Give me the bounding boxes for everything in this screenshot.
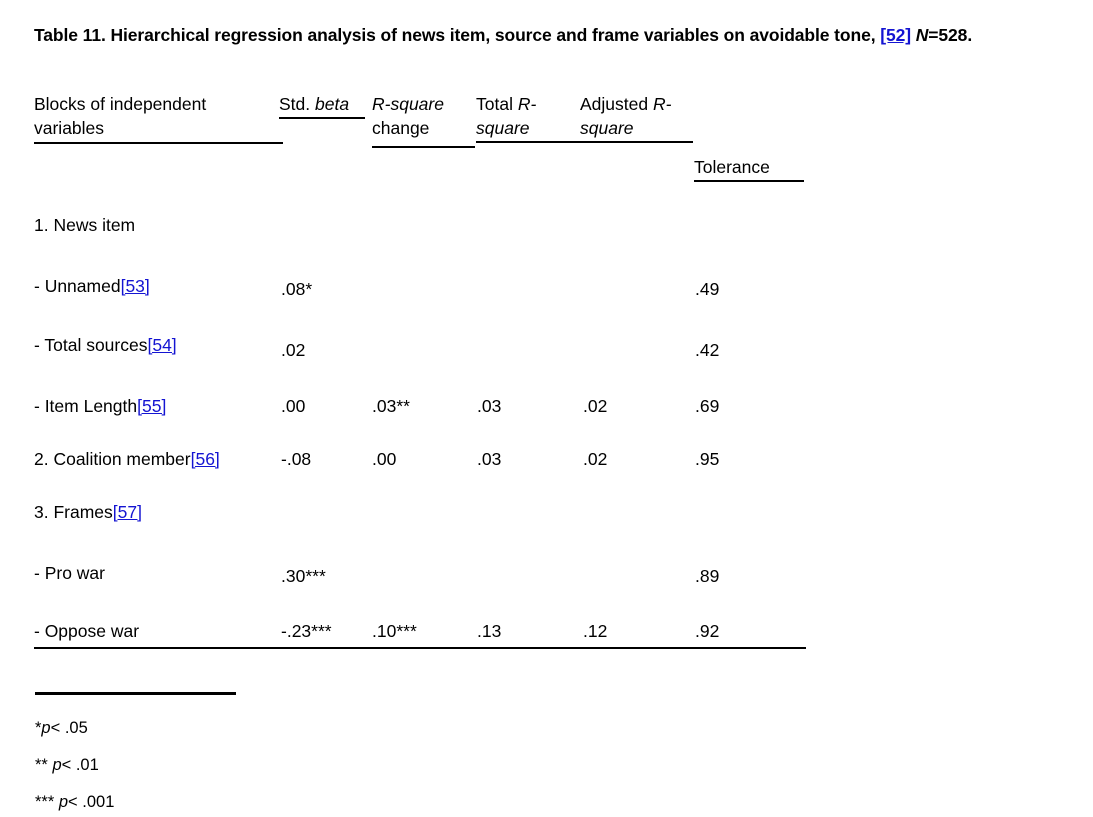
column-header-blocks-line1: Blocks of independent — [34, 94, 207, 114]
table-row-label: - Item Length[55] — [34, 395, 166, 417]
cell-total-rsquare: .03 — [477, 396, 502, 416]
footnote-p001-value: < .001 — [68, 793, 115, 811]
cell-beta: .02 — [281, 340, 306, 360]
cell-tolerance: .92 — [695, 621, 720, 641]
footnote-p001-stars: *** — [35, 793, 59, 811]
table-row-label: - Pro war — [34, 562, 105, 584]
citation-link-54[interactable]: [54] — [147, 335, 176, 355]
table-row-label: 2. Coalition member[56] — [34, 448, 220, 470]
column-header-adjusted-square: square — [580, 118, 634, 138]
footnote-p05-value: < .05 — [50, 719, 88, 737]
sample-size-value: =528. — [928, 25, 973, 45]
column-header-std: Std. — [279, 94, 315, 114]
column-header-blocks: Blocks of independent variables — [34, 92, 284, 140]
footnote-p001-symbol: p — [58, 793, 69, 811]
citation-link-52[interactable]: [52] — [880, 25, 911, 45]
column-header-adjusted: Adjusted — [580, 94, 653, 114]
cell-tolerance: .69 — [695, 396, 720, 416]
cell-beta: .30*** — [281, 566, 326, 586]
column-header-tolerance: Tolerance — [694, 157, 770, 177]
cell-rsquare-change: .00 — [372, 449, 397, 469]
footnote-p01: ** p< .01 — [35, 754, 99, 776]
cell-beta: -.08 — [281, 449, 312, 469]
row-label-text: - Oppose war — [34, 621, 140, 641]
table-row-label: 3. Frames[57] — [34, 501, 142, 523]
column-header-blocks-line2: variables — [34, 118, 105, 138]
column-header-rsquare-change: R-square change — [372, 92, 472, 140]
table-row-label: - Total sources[54] — [34, 334, 177, 356]
citation-link-56[interactable]: [56] — [191, 449, 220, 469]
cell-beta: -.23*** — [281, 621, 332, 641]
column-header-total-square: square — [476, 118, 530, 138]
caption-text: Table 11. Hierarchical regression analys… — [34, 25, 881, 45]
cell-rsquare-change: .03** — [372, 396, 410, 416]
table-row-label: - Unnamed[53] — [34, 275, 150, 297]
cell-beta: .00 — [281, 396, 306, 416]
cell-tolerance: .49 — [695, 279, 720, 299]
footnote-p05-symbol: p — [41, 719, 51, 737]
cell-adjusted-rsquare: .02 — [583, 396, 608, 416]
footnote-p001: *** p< .001 — [35, 791, 114, 813]
table-row-label: - Oppose war — [34, 620, 139, 642]
row-label-text: 1. News item — [34, 215, 136, 235]
cell-beta: .08* — [281, 279, 313, 299]
sample-size-symbol: N — [915, 25, 929, 45]
citation-link-55[interactable]: [55] — [137, 396, 166, 416]
cell-tolerance: .89 — [695, 566, 720, 586]
cell-tolerance: .42 — [695, 340, 720, 360]
cell-total-rsquare: .13 — [477, 621, 502, 641]
row-label-text: - Unnamed — [34, 276, 121, 296]
table-caption: Table 11. Hierarchical regression analys… — [34, 22, 1074, 49]
header-rule-rsq-group — [476, 141, 693, 143]
header-rule-std-beta — [279, 117, 365, 119]
column-header-total: Total — [476, 94, 518, 114]
table-bottom-rule — [34, 647, 806, 649]
footnote-p05: *p< .05 — [35, 717, 88, 739]
row-label-text: - Item Length — [34, 396, 138, 416]
footnote-p01-value: < .01 — [61, 756, 99, 774]
row-label-text: 3. Frames — [34, 502, 113, 522]
column-header-adjusted-r: R- — [652, 94, 672, 114]
cell-total-rsquare: .03 — [477, 449, 502, 469]
cell-adjusted-rsquare: .02 — [583, 449, 608, 469]
column-header-total-r: R- — [517, 94, 537, 114]
citation-link-57[interactable]: [57] — [113, 502, 142, 522]
cell-tolerance: .95 — [695, 449, 720, 469]
header-rule-rsq-change — [372, 146, 475, 148]
column-header-beta: beta — [315, 94, 350, 114]
column-header-change: change — [372, 118, 430, 138]
column-header-adjusted-rsquare: Adjusted R-square — [580, 92, 690, 140]
cell-rsquare-change: .10*** — [372, 621, 417, 641]
footnote-p01-symbol: p — [52, 756, 62, 774]
footnote-p01-stars: ** — [35, 756, 53, 774]
table-row-label: 1. News item — [34, 214, 135, 236]
row-label-text: - Pro war — [34, 563, 105, 583]
column-header-total-rsquare: Total R-square — [476, 92, 576, 140]
header-rule-tolerance — [694, 180, 804, 182]
header-rule-blocks — [34, 142, 283, 144]
citation-link-53[interactable]: [53] — [121, 276, 150, 296]
table-figure: Table 11. Hierarchical regression analys… — [0, 0, 1093, 817]
column-header-std-beta: Std. beta — [279, 92, 349, 116]
row-label-text: - Total sources — [34, 335, 148, 355]
footnote-separator-rule — [35, 692, 236, 695]
row-label-text: 2. Coalition member — [34, 449, 191, 469]
cell-adjusted-rsquare: .12 — [583, 621, 608, 641]
column-header-rsquare: R-square — [372, 94, 444, 114]
